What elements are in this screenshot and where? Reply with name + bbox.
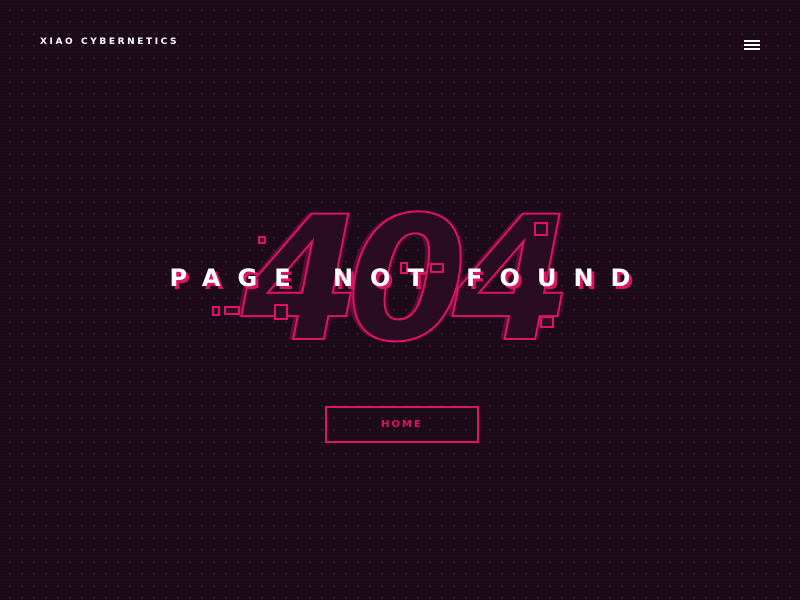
page-title: PAGE NOT FOUND [169,264,648,292]
home-button[interactable]: HOME [325,406,479,443]
glitch-fragment [534,222,548,236]
hamburger-menu-icon [744,40,760,42]
hamburger-menu-icon-bar [744,44,760,46]
glitch-fragment [274,304,288,320]
glitch-fragment [212,306,220,316]
glitch-fragment [540,316,554,328]
brand-logo[interactable]: XIAO CYBERNETICS [40,37,179,47]
glitch-fragment [258,236,266,244]
menu-button[interactable] [738,34,766,56]
glitch-fragment [224,306,240,315]
hamburger-menu-icon-bar [744,48,760,50]
